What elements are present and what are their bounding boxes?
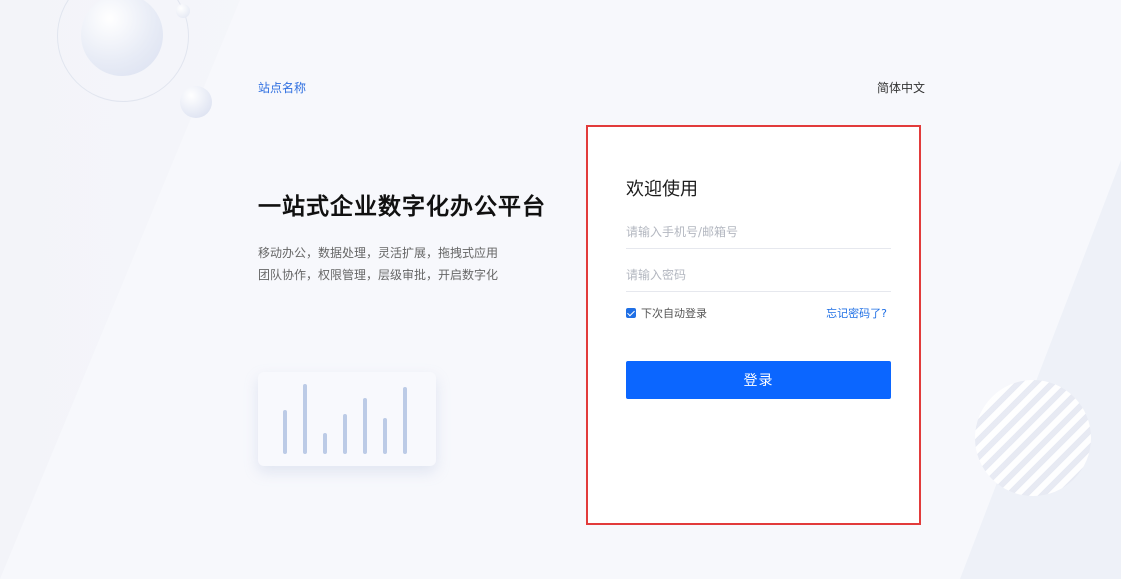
hero-description: 移动办公，数据处理，灵活扩展，拖拽式应用 团队协作，权限管理，层级审批，开启数字… (258, 242, 498, 286)
password-input[interactable] (626, 258, 891, 292)
chart-illustration (258, 372, 436, 466)
forgot-password-link[interactable]: 忘记密码了? (826, 305, 887, 321)
phone-email-input[interactable] (626, 215, 891, 249)
hero-description-line1: 移动办公，数据处理，灵活扩展，拖拽式应用 (258, 246, 499, 260)
background-diagonal-panel (0, 0, 1121, 579)
hero-title: 一站式企业数字化办公平台 (258, 194, 546, 220)
hero-description-line2: 团队协作，权限管理，层级审批，开启数字化 (258, 268, 499, 282)
site-name-link[interactable]: 站点名称 (258, 79, 306, 96)
decorative-striped-circle (975, 380, 1091, 496)
login-panel: 欢迎使用 下次自动登录 忘记密码了? 登录 (586, 125, 921, 525)
language-switcher[interactable]: 简体中文 (877, 79, 925, 96)
bar-chart-icon (283, 384, 407, 454)
remember-me-label: 下次自动登录 (641, 307, 707, 320)
checkbox-checked-icon[interactable] (626, 308, 636, 318)
login-page: 站点名称 简体中文 一站式企业数字化办公平台 移动办公，数据处理，灵活扩展，拖拽… (0, 0, 1121, 579)
remember-me-checkbox[interactable]: 下次自动登录 (626, 305, 707, 321)
welcome-heading: 欢迎使用 (626, 179, 698, 200)
decorative-small-sphere (180, 86, 212, 118)
background-decoration (0, 0, 1121, 579)
decorative-dot (176, 4, 190, 18)
login-button[interactable]: 登录 (626, 361, 891, 399)
